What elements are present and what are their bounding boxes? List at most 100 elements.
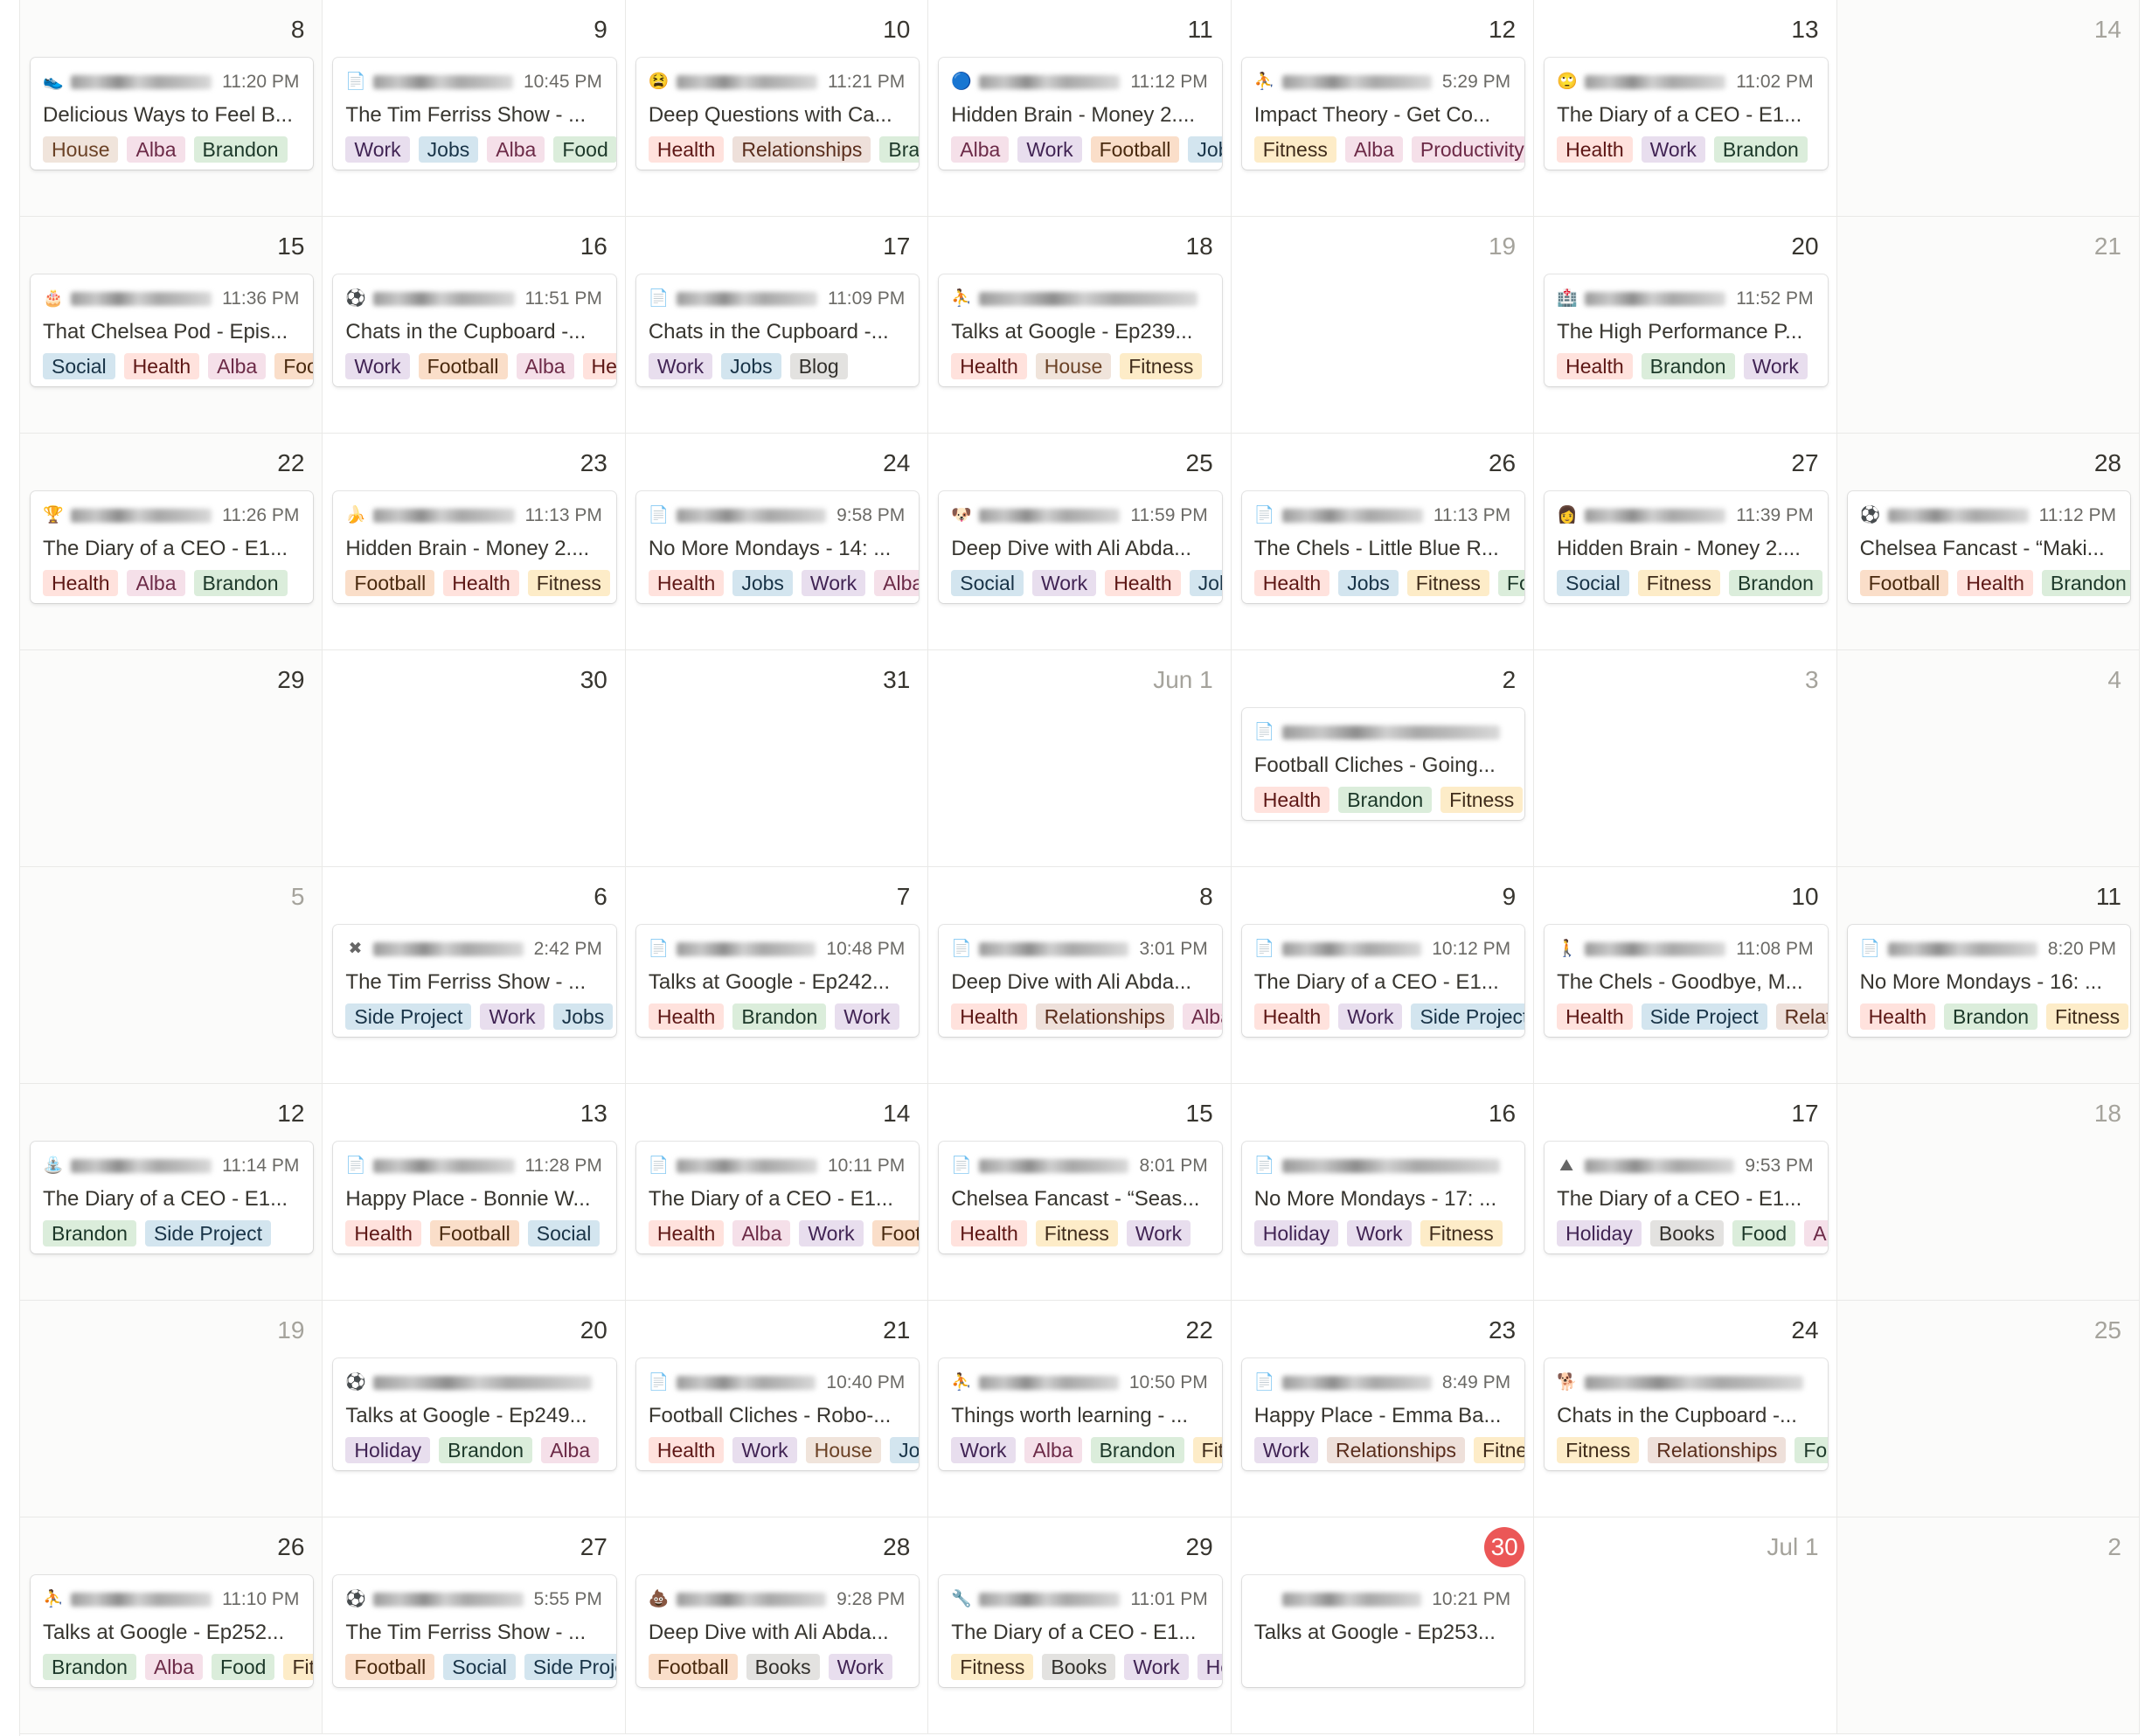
event-card[interactable]: 📄 10:40 PM Football Cliches - Robo-... Heal… xyxy=(635,1358,920,1470)
day-cell[interactable]: 24 🐕 Chats in the Cupboard -... Fitness Rela… xyxy=(1534,1301,1837,1517)
event-card[interactable]: 🏥 11:52 PM The High Performance P... Health… xyxy=(1545,274,1828,386)
day-cell[interactable]: 12 ⛹ 5:29 PM Impact Theory - Get Co... Fitne… xyxy=(1231,0,1535,217)
day-cell[interactable]: 23 📄 8:49 PM Happy Place - Emma Ba... Work Re… xyxy=(1231,1301,1535,1517)
day-cell[interactable]: 15 🎂 11:36 PM That Chelsea Pod - Epis... Soc… xyxy=(20,217,323,434)
day-cell[interactable]: 11 📄 8:20 PM No More Mondays - 16: ... Healt… xyxy=(1836,867,2140,1084)
day-cell[interactable]: Jul 1 xyxy=(1534,1517,1837,1734)
day-cell[interactable]: 23 🍌 11:13 PM Hidden Brain - Money 2.... Foo… xyxy=(323,434,626,650)
day-cell[interactable]: 8 📄 3:01 PM Deep Dive with Ali Abda... Healt… xyxy=(928,867,1232,1084)
day-cell[interactable]: 27 👩 11:39 PM Hidden Brain - Money 2.... Soc… xyxy=(1534,434,1837,650)
event-card[interactable]: 👩 11:39 PM Hidden Brain - Money 2.... Socia… xyxy=(1545,491,1828,603)
event-card[interactable]: ⛰ 9:53 PM The Diary of a CEO - E1... Holida… xyxy=(1545,1142,1828,1253)
day-cell[interactable]: 2 xyxy=(1836,1517,2140,1734)
day-cell[interactable]: 3 xyxy=(1534,650,1837,867)
day-cell[interactable]: 21 xyxy=(1836,217,2140,434)
event-card[interactable]: 💩 9:28 PM Deep Dive with Ali Abda... Footba… xyxy=(635,1575,920,1687)
tag-football: Football xyxy=(871,1220,920,1246)
day-cell[interactable]: 2 📄 Football Cliches - Going... Health Brand… xyxy=(1231,650,1535,867)
event-card[interactable]: ⚽ 5:55 PM The Tim Ferriss Show - ... Footba… xyxy=(333,1575,616,1687)
event-card[interactable]: ⚽ Talks at Google - Ep249... Holiday Brando… xyxy=(333,1358,616,1470)
event-card[interactable]: 📄 11:13 PM The Chels - Little Blue R... Hea… xyxy=(1241,491,1525,603)
event-card[interactable]: 📄 10:45 PM The Tim Ferriss Show - ... Work J… xyxy=(333,58,616,170)
day-cell[interactable]: 28 💩 9:28 PM Deep Dive with Ali Abda... Foot… xyxy=(625,1517,929,1734)
day-cell[interactable]: 17 ⛰ 9:53 PM The Diary of a CEO - E1... Holi… xyxy=(1534,1084,1837,1301)
event-card[interactable]: ⛹ Talks at Google - Ep239... Health House Fi… xyxy=(939,274,1222,386)
day-cell[interactable]: 27 ⚽ 5:55 PM The Tim Ferriss Show - ... Foot… xyxy=(323,1517,626,1734)
event-card[interactable]: 🍌 11:13 PM Hidden Brain - Money 2.... Footb… xyxy=(333,491,616,603)
event-card[interactable]: 🐶 11:59 PM Deep Dive with Ali Abda... Socia… xyxy=(939,491,1222,603)
tag-social: Social xyxy=(951,570,1024,596)
day-cell[interactable]: 18 ⛹ Talks at Google - Ep239... Health House… xyxy=(928,217,1232,434)
event-card[interactable]: 🙄 11:02 PM The Diary of a CEO - E1... Healt… xyxy=(1545,58,1828,170)
day-cell[interactable]: 20 🏥 11:52 PM The High Performance P... Heal… xyxy=(1534,217,1837,434)
day-cell[interactable]: 28 ⚽ 11:12 PM Chelsea Fancast - “Maki... Foo… xyxy=(1836,434,2140,650)
event-card[interactable]: 📄 8:20 PM No More Mondays - 16: ... Health B… xyxy=(1847,925,2130,1037)
day-cell[interactable]: 31 xyxy=(625,650,929,867)
event-card[interactable]: 📄 10:11 PM The Diary of a CEO - E1... Healt… xyxy=(635,1142,920,1253)
event-card[interactable]: ⛹ 5:29 PM Impact Theory - Get Co... Fitness… xyxy=(1241,58,1525,170)
event-card[interactable]: 🐕 Chats in the Cupboard -... Fitness Relati… xyxy=(1545,1358,1828,1470)
day-cell[interactable]: 21 📄 10:40 PM Football Cliches - Robo-... He… xyxy=(625,1301,929,1517)
day-cell[interactable]: 30 xyxy=(323,650,626,867)
day-cell[interactable]: 8 👟 11:20 PM Delicious Ways to Feel B... Hou… xyxy=(20,0,323,217)
day-cell[interactable]: 20 ⚽ Talks at Google - Ep249... Holiday Bran… xyxy=(323,1301,626,1517)
event-card[interactable]: 📄 9:58 PM No More Mondays - 14: ... Health J… xyxy=(635,491,920,603)
day-cell[interactable]: 5 xyxy=(20,867,323,1084)
day-cell[interactable]: 25 xyxy=(1836,1301,2140,1517)
tag-football: Football xyxy=(274,353,314,379)
day-cell[interactable]: 9 📄 10:45 PM The Tim Ferriss Show - ... Work… xyxy=(323,0,626,217)
event-card[interactable]: 📄 10:48 PM Talks at Google - Ep242... Healt… xyxy=(635,925,920,1037)
day-cell[interactable]: 16 ⚽ 11:51 PM Chats in the Cupboard -... Wor… xyxy=(323,217,626,434)
event-card[interactable]: 📄 11:28 PM Happy Place - Bonnie W... Health… xyxy=(333,1142,616,1253)
event-card[interactable]: 📄 Football Cliches - Going... Health Brando… xyxy=(1241,708,1525,820)
day-cell[interactable]: 29 🔧 11:01 PM The Diary of a CEO - E1... Fit… xyxy=(928,1517,1232,1734)
event-card[interactable]: 📄 8:01 PM Chelsea Fancast - “Seas... Health… xyxy=(939,1142,1222,1253)
day-cell[interactable]: 15 📄 8:01 PM Chelsea Fancast - “Seas... Heal… xyxy=(928,1084,1232,1301)
event-card[interactable]: 🚶 11:08 PM The Chels - Goodbye, M... Health… xyxy=(1545,925,1828,1037)
day-cell[interactable]: 30 10:21 PM Talks at Google - Ep253... xyxy=(1231,1517,1535,1734)
day-cell[interactable]: 18 xyxy=(1836,1084,2140,1301)
day-cell[interactable]: 16 📄 No More Mondays - 17: ... Holiday Work F… xyxy=(1231,1084,1535,1301)
day-cell[interactable]: 26 ⛹ 11:10 PM Talks at Google - Ep252... Bra… xyxy=(20,1517,323,1734)
event-card[interactable]: 📄 8:49 PM Happy Place - Emma Ba... Work Rela… xyxy=(1241,1358,1525,1470)
event-card[interactable]: ⚽ 11:51 PM Chats in the Cupboard -... Work F… xyxy=(333,274,616,386)
day-cell[interactable]: 26 📄 11:13 PM The Chels - Little Blue R... H… xyxy=(1231,434,1535,650)
event-card[interactable]: 🏆 11:26 PM The Diary of a CEO - E1... Healt… xyxy=(31,491,314,603)
day-cell[interactable]: 6 ✖ 2:42 PM The Tim Ferriss Show - ... Side … xyxy=(323,867,626,1084)
event-card[interactable]: ⚽ 11:12 PM Chelsea Fancast - “Maki... Footb… xyxy=(1847,491,2130,603)
day-cell[interactable]: 24 📄 9:58 PM No More Mondays - 14: ... Healt… xyxy=(625,434,929,650)
event-card[interactable]: ⛹ 10:50 PM Things worth learning - ... Work… xyxy=(939,1358,1222,1470)
day-cell[interactable]: Jun 1 xyxy=(928,650,1232,867)
day-cell[interactable]: 13 🙄 11:02 PM The Diary of a CEO - E1... Hea… xyxy=(1534,0,1837,217)
day-cell[interactable]: 17 📄 11:09 PM Chats in the Cupboard -... Wor… xyxy=(625,217,929,434)
day-cell[interactable]: 7 📄 10:48 PM Talks at Google - Ep242... Heal… xyxy=(625,867,929,1084)
day-cell[interactable]: 4 xyxy=(1836,650,2140,867)
day-cell[interactable]: 10 🚶 11:08 PM The Chels - Goodbye, M... Heal… xyxy=(1534,867,1837,1084)
event-card[interactable]: 10:21 PM Talks at Google - Ep253... xyxy=(1241,1575,1525,1687)
event-card[interactable]: ⛹ 11:10 PM Talks at Google - Ep252... Brand… xyxy=(31,1575,314,1687)
event-card[interactable]: 🔧 11:01 PM The Diary of a CEO - E1... Fitne… xyxy=(939,1575,1222,1687)
day-cell[interactable]: 22 🏆 11:26 PM The Diary of a CEO - E1... Hea… xyxy=(20,434,323,650)
day-cell[interactable]: 9 📄 10:12 PM The Diary of a CEO - E1... Heal… xyxy=(1231,867,1535,1084)
day-cell[interactable]: 19 xyxy=(20,1301,323,1517)
event-card[interactable]: ✖ 2:42 PM The Tim Ferriss Show - ... Side P… xyxy=(333,925,616,1037)
day-cell[interactable]: 22 ⛹ 10:50 PM Things worth learning - ... Wo… xyxy=(928,1301,1232,1517)
day-cell[interactable]: 12 ⛲ 11:14 PM The Diary of a CEO - E1... Bra… xyxy=(20,1084,323,1301)
day-cell[interactable]: 29 xyxy=(20,650,323,867)
event-card[interactable]: 🔵 11:12 PM Hidden Brain - Money 2.... Alba W… xyxy=(939,58,1222,170)
event-card[interactable]: 🎂 11:36 PM That Chelsea Pod - Epis... Socia… xyxy=(31,274,314,386)
event-card[interactable]: 📄 11:09 PM Chats in the Cupboard -... Work J… xyxy=(635,274,920,386)
event-card[interactable]: 📄 No More Mondays - 17: ... Holiday Work Fit… xyxy=(1241,1142,1525,1253)
day-cell[interactable]: 25 🐶 11:59 PM Deep Dive with Ali Abda... Soc… xyxy=(928,434,1232,650)
event-card[interactable]: ⛲ 11:14 PM The Diary of a CEO - E1... Brand… xyxy=(31,1142,314,1253)
event-card[interactable]: 👟 11:20 PM Delicious Ways to Feel B... Hous… xyxy=(31,58,314,170)
day-cell[interactable]: 14 📄 10:11 PM The Diary of a CEO - E1... Hea… xyxy=(625,1084,929,1301)
event-card[interactable]: 📄 3:01 PM Deep Dive with Ali Abda... Health… xyxy=(939,925,1222,1037)
event-card[interactable]: 📄 10:12 PM The Diary of a CEO - E1... Healt… xyxy=(1241,925,1525,1037)
event-card[interactable]: 😫 11:21 PM Deep Questions with Ca... Health… xyxy=(635,58,920,170)
day-cell[interactable]: 10 😫 11:21 PM Deep Questions with Ca... Heal… xyxy=(625,0,929,217)
day-cell[interactable]: 13 📄 11:28 PM Happy Place - Bonnie W... Heal… xyxy=(323,1084,626,1301)
day-cell[interactable]: 11 🔵 11:12 PM Hidden Brain - Money 2.... Alb… xyxy=(928,0,1232,217)
day-cell[interactable]: 14 xyxy=(1836,0,2140,217)
day-cell[interactable]: 19 xyxy=(1231,217,1535,434)
